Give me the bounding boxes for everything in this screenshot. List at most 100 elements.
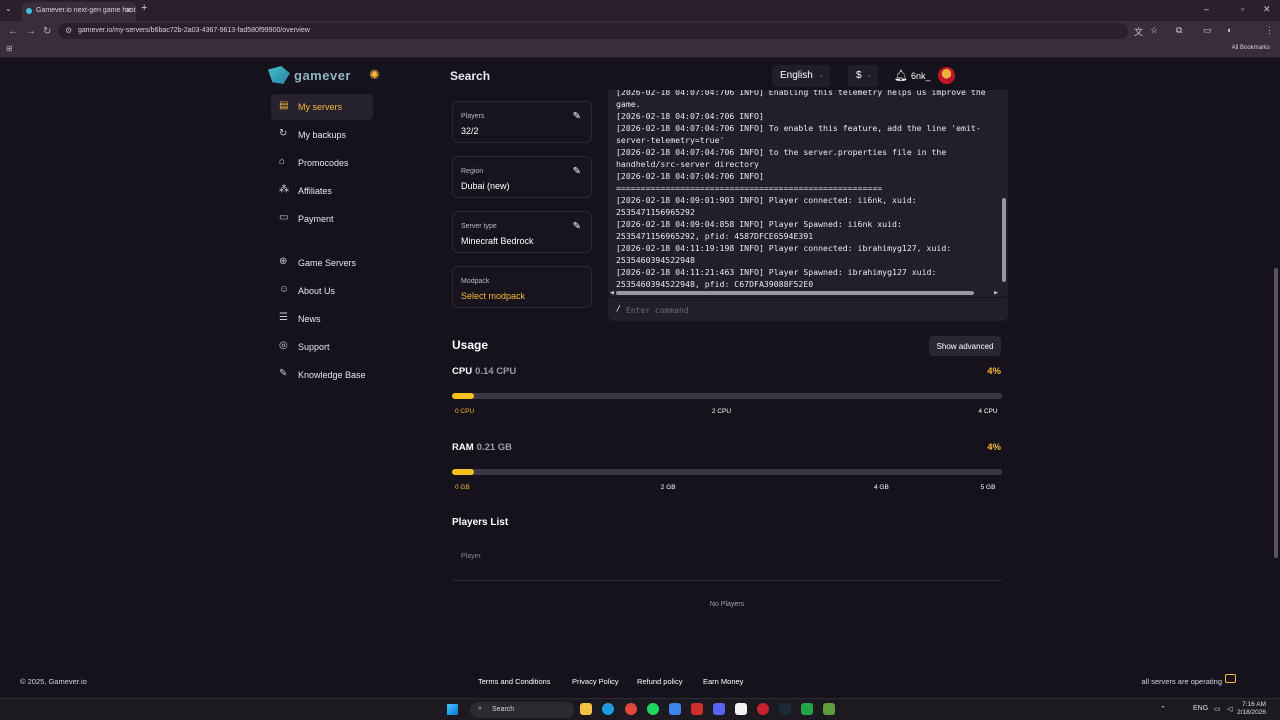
players-value: 32/2	[461, 126, 479, 136]
profile-icon[interactable]: ◐	[1227, 25, 1232, 35]
chevron-down-icon: ⌄	[866, 72, 872, 79]
app-icon[interactable]	[757, 703, 769, 715]
sidebar-item-about-us[interactable]: ☺ About Us	[271, 278, 373, 304]
players-card: Players 32/2 ✎	[452, 101, 592, 143]
news-app-icon[interactable]	[691, 703, 703, 715]
bookmark-star-icon[interactable]: ☆	[1150, 25, 1158, 36]
page-scrollbar[interactable]	[1273, 58, 1279, 698]
page-scrollbar-thumb[interactable]	[1274, 268, 1278, 558]
browser-tab[interactable]: Gamever.io next-gen game host ✕	[22, 2, 136, 21]
edit-region-icon[interactable]: ✎	[573, 166, 581, 177]
steam-icon[interactable]	[779, 703, 791, 715]
console-horizontal-scrollbar[interactable]	[616, 291, 974, 295]
site-info-icon[interactable]: ⚙	[65, 26, 72, 35]
show-advanced-button[interactable]: Show advanced	[929, 336, 1001, 356]
close-window-icon[interactable]: ✕	[1263, 4, 1271, 15]
tray-chevron-icon[interactable]: ⌃	[1160, 705, 1166, 713]
sidebar-item-my-backups[interactable]: ↻ My backups	[271, 122, 373, 148]
excel-icon[interactable]	[801, 703, 813, 715]
privacy-link[interactable]: Privacy Policy	[572, 677, 619, 686]
console-line: [2026-02-18 04:09:01:903 INFO] Player co…	[616, 195, 917, 205]
terms-link[interactable]: Terms and Conditions	[478, 677, 551, 686]
language-value: English	[780, 70, 813, 81]
earn-money-link[interactable]: Earn Money	[703, 677, 743, 686]
sidebar-item-label: My servers	[298, 102, 343, 112]
edge-icon[interactable]	[602, 703, 614, 715]
sidepanel-icon[interactable]: ▭	[1203, 25, 1212, 36]
cpu-name: CPU	[452, 366, 473, 377]
extensions-icon[interactable]: ⧉	[1176, 25, 1182, 36]
scroll-right-icon[interactable]: ▶	[994, 290, 998, 296]
edit-players-icon[interactable]: ✎	[573, 111, 581, 122]
translate-icon[interactable]: 文	[1134, 25, 1143, 38]
cpu-usage-bar	[452, 393, 1002, 399]
refresh-icon: ↻	[279, 128, 288, 139]
refund-link[interactable]: Refund policy	[637, 677, 682, 686]
currency-select[interactable]: $ ⌄	[848, 65, 878, 87]
minimize-icon[interactable]: –	[1204, 4, 1209, 14]
sidebar-item-affiliates[interactable]: ⁂ Affiliates	[271, 178, 373, 204]
app-icon[interactable]	[735, 703, 747, 715]
scroll-left-icon[interactable]: ◀	[610, 290, 614, 296]
tab-close-icon[interactable]: ✕	[125, 6, 132, 15]
copyright: © 2025, Gamever.io	[20, 677, 87, 686]
sidebar-item-knowledge-base[interactable]: ✎ Knowledge Base	[271, 362, 391, 388]
forward-icon[interactable]: →	[26, 26, 36, 37]
ram-name: RAM	[452, 442, 474, 453]
sidebar-item-game-servers[interactable]: ⊕ Game Servers	[271, 250, 373, 276]
select-modpack-link[interactable]: Select modpack	[461, 291, 525, 301]
sidebar-item-my-servers[interactable]: ▤ My servers	[271, 94, 373, 120]
new-tab-icon[interactable]: +	[141, 2, 147, 14]
maximize-icon[interactable]: ▫	[1241, 4, 1244, 14]
card-icon: ▭	[279, 212, 289, 223]
command-bar: /	[608, 297, 1008, 321]
player-column-header: Player	[461, 553, 481, 560]
input-language[interactable]: ENG	[1193, 705, 1208, 712]
app-icon[interactable]	[669, 703, 681, 715]
sidebar-item-payment[interactable]: ▭ Payment	[271, 206, 373, 232]
address-bar-row: ← → ↻ ⚙ gamever.io/my-servers/b6bac72b-2…	[0, 21, 1280, 41]
console-vertical-scrollbar[interactable]	[1002, 198, 1006, 282]
minecraft-icon[interactable]	[823, 703, 835, 715]
discord-icon[interactable]	[713, 703, 725, 715]
site-search[interactable]: Search	[450, 69, 490, 83]
sidebar-item-promocodes[interactable]: ⌂ Promocodes	[271, 150, 373, 176]
all-bookmarks[interactable]: All Bookmarks	[1232, 45, 1270, 51]
file-explorer-icon[interactable]	[580, 703, 592, 715]
username[interactable]: 6nk_	[911, 71, 931, 81]
news-icon: ☰	[279, 312, 288, 323]
volume-icon[interactable]: ◁	[1227, 705, 1232, 713]
bookmarks-bar: ⊞ All Bookmarks	[0, 41, 1280, 58]
windows-start-icon[interactable]	[447, 704, 458, 715]
apps-grid-icon[interactable]: ⊞	[6, 44, 13, 53]
edit-server-type-icon[interactable]: ✎	[573, 221, 581, 232]
sidebar-item-label: My backups	[298, 130, 347, 140]
language-select[interactable]: English ⌄	[772, 65, 830, 87]
ram-tick-label: 5 GB	[980, 484, 996, 491]
url-field[interactable]: ⚙ gamever.io/my-servers/b6bac72b-2a03-43…	[58, 23, 1128, 39]
usage-title: Usage	[452, 338, 489, 352]
command-input[interactable]	[626, 302, 986, 318]
tab-search-icon[interactable]: ⌄	[5, 4, 12, 13]
server-type-label: Server type	[461, 223, 497, 230]
menu-icon[interactable]: ⋮	[1265, 25, 1274, 36]
theme-toggle-sun-icon[interactable]: ✺	[369, 67, 380, 83]
notifications-bell-icon[interactable]: 🔔︎	[894, 69, 908, 82]
chrome-icon[interactable]	[625, 703, 637, 715]
spotify-icon[interactable]	[647, 703, 659, 715]
back-icon[interactable]: ←	[8, 26, 18, 37]
taskbar-clock[interactable]: 7:16 AM 2/18/2026	[1237, 701, 1266, 717]
server-status-text[interactable]: all servers are operating	[1142, 677, 1222, 686]
reload-icon[interactable]: ↻	[43, 26, 51, 37]
tag-icon: ⌂	[279, 156, 286, 167]
gamever-logo[interactable]: gamever	[268, 66, 351, 84]
console-line: handheld/src-server directory	[616, 159, 759, 169]
cpu-amount: 0.14 CPU	[475, 366, 517, 377]
sidebar-item-news[interactable]: ☰ News	[271, 306, 373, 332]
network-icon[interactable]: ▭	[1214, 705, 1221, 713]
server-console[interactable]: [2026-02-18 04:07:04:706 INFO] Enabling …	[608, 90, 1008, 297]
taskbar-search[interactable]: ⌕ Search	[470, 702, 574, 718]
sidebar-item-support[interactable]: ◎ Support	[271, 334, 373, 360]
console-line: [2026-02-18 04:07:04:706 INFO] to the se…	[616, 147, 947, 157]
avatar[interactable]	[938, 67, 955, 84]
